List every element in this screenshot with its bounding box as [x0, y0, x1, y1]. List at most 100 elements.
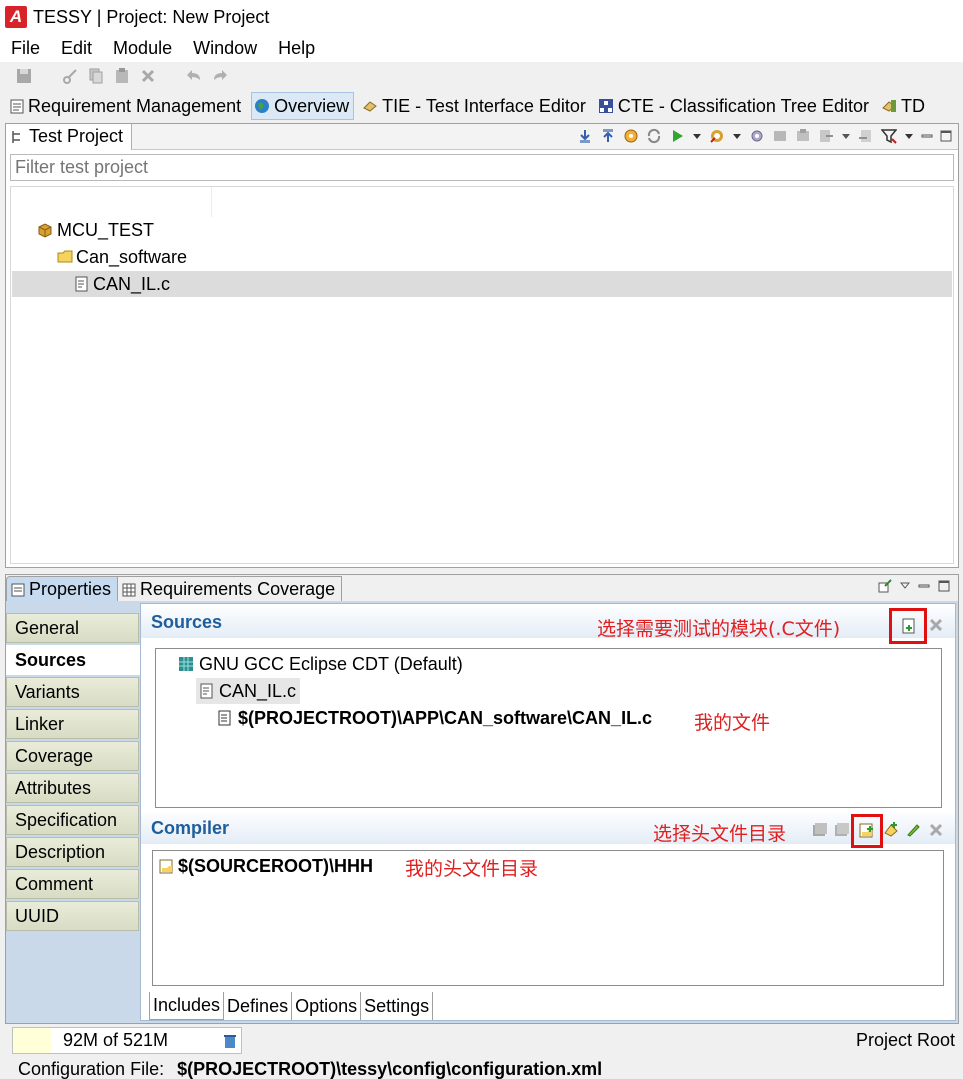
- config-file-label: Configuration File:: [18, 1059, 165, 1079]
- export-icon[interactable]: [818, 128, 834, 144]
- maximize-icon[interactable]: [938, 580, 950, 592]
- perspective-cte[interactable]: CTE - Classification Tree Editor: [596, 92, 873, 120]
- add-source-icon[interactable]: [901, 618, 917, 634]
- include-path-annotation: 我的头文件目录: [405, 858, 539, 880]
- tab-requirements-coverage[interactable]: Requirements Coverage: [117, 576, 343, 602]
- file-icon: [218, 710, 231, 726]
- side-tab-specification[interactable]: Specification: [6, 805, 139, 835]
- side-tab-linker[interactable]: Linker: [6, 709, 139, 739]
- minimize-icon[interactable]: [918, 580, 930, 592]
- refresh-icon[interactable]: [646, 128, 662, 144]
- side-tab-description[interactable]: Description: [6, 837, 139, 867]
- menu-file[interactable]: File: [11, 38, 40, 59]
- tree-node-mcu-test[interactable]: MCU_TEST: [37, 217, 154, 243]
- tab-label: Test Project: [29, 126, 124, 146]
- dropdown-arrow-icon[interactable]: [904, 131, 914, 141]
- tab-includes[interactable]: Includes: [149, 992, 225, 1020]
- add-define-icon[interactable]: [883, 821, 899, 837]
- include-path-label: $(SOURCEROOT)\HHH: [178, 855, 374, 876]
- tab-properties[interactable]: Properties: [6, 576, 119, 602]
- perspective-bar: Requirement Management Overview TIE - Te…: [0, 90, 963, 122]
- filter-icon[interactable]: [881, 128, 897, 144]
- perspective-td[interactable]: TD: [879, 92, 929, 120]
- tree-node-can-il-c[interactable]: CAN_IL.c: [12, 271, 952, 297]
- back-icon[interactable]: [186, 68, 202, 84]
- maximize-icon[interactable]: [940, 130, 952, 142]
- import-icon[interactable]: [858, 128, 874, 144]
- compiler-tabs: Includes Defines Options Settings: [149, 992, 434, 1020]
- project-root-label: Project Root: [856, 1030, 956, 1050]
- delete-icon[interactable]: [140, 68, 156, 84]
- project-tree: MCU_TEST Can_software CAN_IL.c: [10, 186, 954, 564]
- side-tab-comment[interactable]: Comment: [6, 869, 139, 899]
- perspective-overview[interactable]: Overview: [251, 92, 355, 120]
- perspective-label: TD: [900, 95, 925, 116]
- test-project-tab-row: Test Project: [6, 123, 958, 150]
- dropdown-arrow-icon[interactable]: [732, 131, 742, 141]
- status-bar: 92M of 521M Project Root Configuration F…: [0, 1024, 963, 1079]
- side-tab-uuid[interactable]: UUID: [6, 901, 139, 931]
- tab-settings[interactable]: Settings: [361, 992, 434, 1020]
- side-tab-coverage[interactable]: Coverage: [6, 741, 139, 771]
- report-icon[interactable]: [709, 128, 725, 144]
- menu-help[interactable]: Help: [278, 38, 315, 59]
- module-gray-2-icon[interactable]: [795, 128, 811, 144]
- trash-icon[interactable]: [223, 1033, 237, 1049]
- compiler-title: Compiler: [151, 817, 230, 838]
- cte-icon: [598, 99, 613, 113]
- menu-module[interactable]: Module: [113, 38, 172, 59]
- sources-detail-panel: Sources 选择需要测试的模块(.C文件) GNU GCC Eclipse …: [140, 603, 956, 1021]
- module-gray-icon[interactable]: [772, 128, 788, 144]
- side-tab-attributes[interactable]: Attributes: [6, 773, 139, 803]
- tab-defines[interactable]: Defines: [224, 992, 293, 1020]
- menu-edit[interactable]: Edit: [61, 38, 92, 59]
- minimize-icon[interactable]: [921, 130, 933, 142]
- side-tab-sources[interactable]: Sources: [6, 645, 140, 675]
- remove-source-icon[interactable]: [929, 618, 943, 632]
- dropdown-arrow-icon[interactable]: [841, 131, 851, 141]
- include-gray-2-icon[interactable]: [834, 822, 850, 838]
- pin-icon[interactable]: [878, 579, 892, 593]
- settings-icon[interactable]: [749, 128, 765, 144]
- compiler-node[interactable]: GNU GCC Eclipse CDT (Default): [178, 651, 463, 677]
- forward-icon[interactable]: [212, 68, 228, 84]
- tree-node-can-software[interactable]: Can_software: [57, 244, 187, 270]
- package-icon: [38, 223, 52, 238]
- remove-include-icon[interactable]: [929, 823, 943, 837]
- include-path-node[interactable]: $(SOURCEROOT)\HHH: [159, 853, 373, 879]
- source-path-label: $(PROJECTROOT)\APP\CAN_software\CAN_IL.c: [238, 707, 653, 728]
- tab-test-project[interactable]: Test Project: [6, 123, 133, 150]
- side-tab-general[interactable]: General: [6, 613, 139, 643]
- dropdown-arrow-icon[interactable]: [692, 131, 702, 141]
- tree-node-label: MCU_TEST: [57, 219, 155, 240]
- edit-icon[interactable]: [905, 822, 921, 838]
- menu-window[interactable]: Window: [193, 38, 257, 59]
- perspective-tie[interactable]: TIE - Test Interface Editor: [360, 92, 590, 120]
- tree-node-label: Can_software: [76, 246, 188, 267]
- move-down-icon[interactable]: [577, 128, 593, 144]
- perspective-requirement-management[interactable]: Requirement Management: [8, 92, 245, 120]
- tessy-logo-icon: A: [5, 6, 27, 28]
- add-include-folder-icon[interactable]: [859, 822, 875, 838]
- properties-view-controls: [878, 579, 950, 593]
- source-path-node[interactable]: $(PROJECTROOT)\APP\CAN_software\CAN_IL.c: [218, 705, 652, 731]
- properties-side-tabs: General Sources Variants Linker Coverage…: [6, 613, 140, 933]
- properties-icon: [11, 583, 25, 596]
- copy-icon[interactable]: [88, 68, 104, 84]
- tab-options[interactable]: Options: [292, 992, 362, 1020]
- cut-icon[interactable]: [62, 68, 78, 84]
- move-up-icon[interactable]: [600, 128, 616, 144]
- filter-test-project-input[interactable]: [10, 154, 954, 181]
- tree-node-label: CAN_IL.c: [93, 273, 171, 294]
- paste-icon[interactable]: [114, 68, 130, 84]
- source-file-node[interactable]: CAN_IL.c: [196, 678, 301, 704]
- run-icon[interactable]: [669, 128, 685, 144]
- include-gray-icon[interactable]: [812, 822, 828, 838]
- view-menu-icon[interactable]: [900, 581, 910, 591]
- test-project-view: Test Project MCU_TEST: [5, 123, 959, 568]
- save-icon[interactable]: [16, 68, 32, 84]
- analyze-icon[interactable]: [623, 128, 639, 144]
- source-file-label: CAN_IL.c: [219, 680, 297, 701]
- side-tab-variants[interactable]: Variants: [6, 677, 139, 707]
- td-icon: [882, 100, 896, 112]
